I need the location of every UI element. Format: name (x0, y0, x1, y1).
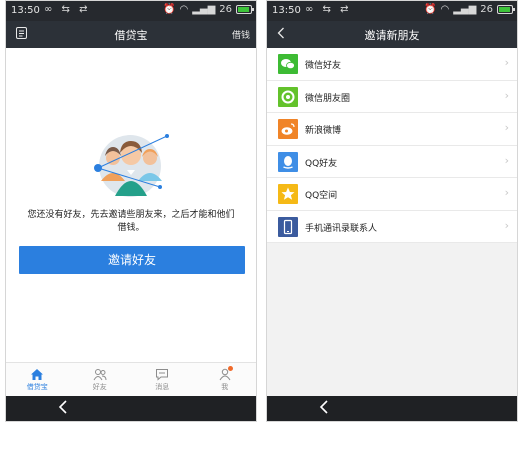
message-icon (156, 369, 169, 381)
home-icon (31, 369, 44, 380)
share-item-label: 新浪微博 (305, 126, 342, 136)
share-qzone[interactable]: QQ空间 › (267, 178, 517, 211)
bottom-tab-bar: 借贷宝 好友 消息 我 (6, 362, 256, 396)
status-time: 13:50 (272, 5, 301, 16)
header: 邀请新朋友 (267, 21, 517, 48)
system-nav-bar (6, 396, 256, 421)
back-arrow-icon[interactable] (58, 400, 68, 418)
invite-content: 微信好友 › 微信朋友圈 › 新浪微博 › QQ好友 › QQ空间 › 手机通讯… (267, 48, 517, 396)
status-time: 13:50 (11, 5, 40, 16)
invite-new-friends-screen: 13:50 ∞ ⇆ ⇄ ⏰ ◠ ▂▄▆ 26 邀请新朋友 微信好友 › 微信朋友… (266, 0, 518, 422)
friends-icon (93, 369, 107, 381)
qzone-icon (278, 184, 298, 204)
status-bar: 13:50 ∞ ⇆ ⇄ ⏰ ◠ ▂▄▆ 26 (267, 1, 517, 21)
page-title: 邀请新朋友 (364, 29, 420, 42)
tab-messages-label: 消息 (155, 383, 170, 391)
chevron-right-icon: › (504, 88, 509, 102)
status-indicators: ⏰ ◠ ▂▄▆ 26 (424, 4, 515, 15)
alarm-icon: ⏰ (163, 4, 176, 15)
tab-friends-label: 好友 (92, 383, 107, 391)
share-qq-friends[interactable]: QQ好友 › (267, 146, 517, 178)
header: 借贷宝 借钱 (6, 21, 256, 48)
qq-icon (278, 151, 298, 172)
share-item-label: 微信朋友圈 (305, 93, 351, 104)
signal-icon: ▂▄▆ (453, 4, 477, 15)
tab-friends[interactable]: 好友 (69, 363, 132, 396)
share-item-label: QQ空间 (305, 191, 338, 201)
tab-home[interactable]: 借贷宝 (6, 363, 69, 396)
invite-friends-illustration (84, 126, 174, 211)
notification-badge (227, 366, 233, 371)
share-item-label: 微信好友 (305, 61, 342, 71)
tab-messages[interactable]: 消息 (131, 363, 194, 396)
signal-label: 26 (480, 4, 493, 15)
wechat-moments-icon (278, 86, 298, 107)
tab-profile-label: 我 (221, 383, 229, 391)
share-wechat-moments[interactable]: 微信朋友圈 › (267, 81, 517, 113)
battery-icon (236, 5, 254, 14)
weibo-icon (278, 119, 298, 139)
chevron-right-icon: › (504, 56, 509, 69)
borrow-button[interactable]: 借钱 (232, 28, 250, 41)
wifi-icon: ◠ (179, 4, 189, 15)
share-item-label: 手机通讯录联系人 (305, 223, 378, 234)
system-nav-bar (267, 396, 517, 421)
chevron-right-icon: › (504, 186, 509, 199)
page-title: 借贷宝 (114, 29, 148, 42)
wifi-icon: ◠ (440, 4, 450, 15)
share-item-label: QQ好友 (305, 158, 338, 169)
share-weibo[interactable]: 新浪微博 › (267, 113, 517, 146)
status-indicators: ⏰ ◠ ▂▄▆ 26 (163, 4, 254, 15)
status-notification-icons: ∞ ⇆ ⇄ (44, 4, 91, 15)
status-bar: 13:50 ∞ ⇆ ⇄ ⏰ ◠ ▂▄▆ 26 (6, 1, 256, 21)
chevron-right-icon: › (504, 121, 509, 134)
signal-icon: ▂▄▆ (192, 4, 216, 15)
chevron-right-icon: › (504, 153, 509, 167)
phone-contacts-icon (278, 216, 298, 237)
share-wechat-friends[interactable]: 微信好友 › (267, 48, 517, 81)
back-arrow-icon[interactable] (319, 400, 329, 418)
chevron-right-icon: › (504, 218, 509, 232)
signal-label: 26 (219, 4, 232, 15)
alarm-icon: ⏰ (424, 4, 437, 15)
invite-friends-button[interactable]: 邀请好友 (19, 246, 245, 274)
tab-profile[interactable]: 我 (194, 363, 257, 396)
borrow-home-screen: 13:50 ∞ ⇆ ⇄ ⏰ ◠ ▂▄▆ 26 借贷宝 借钱 您还没有好友，先去邀… (5, 0, 257, 422)
wechat-icon (278, 54, 298, 74)
battery-icon (497, 5, 515, 14)
tab-home-label: 借贷宝 (26, 383, 48, 391)
status-notification-icons: ∞ ⇆ ⇄ (305, 4, 352, 15)
empty-friends-message: 您还没有好友，先去邀请些朋友来，之后才能和他们借钱。 (27, 210, 235, 233)
share-phone-contacts[interactable]: 手机通讯录联系人 › (267, 211, 517, 243)
share-channel-list: 微信好友 › 微信朋友圈 › 新浪微博 › QQ好友 › QQ空间 › 手机通讯… (267, 48, 517, 243)
